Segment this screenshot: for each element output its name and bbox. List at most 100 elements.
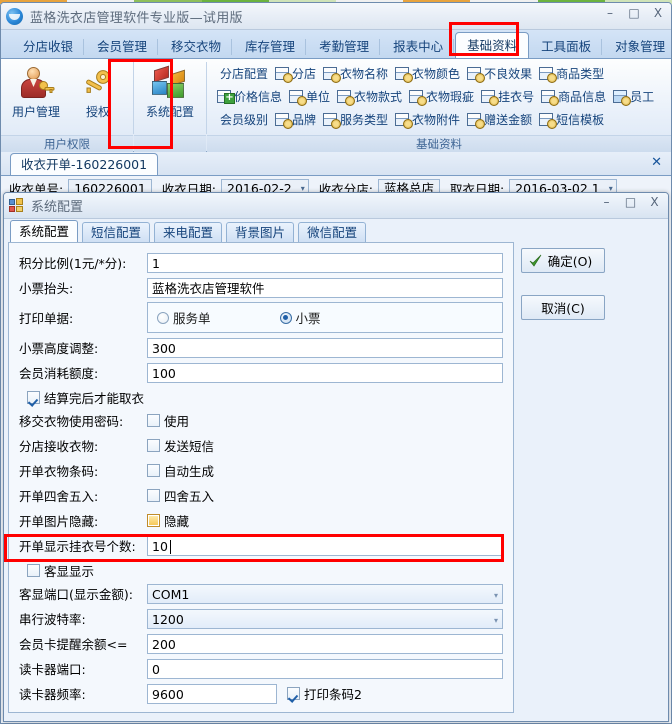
dialog-tab-5[interactable]: 微信配置 — [298, 222, 367, 242]
minimize-icon[interactable]: – — [600, 195, 613, 209]
ribbon-item-衣物名称[interactable]: 衣物名称 — [321, 65, 393, 83]
confirm-button[interactable]: 确定(O) — [521, 248, 605, 273]
field-label: 读卡器频率: — [19, 687, 86, 702]
ribbon-tab-5[interactable]: 考勤管理 — [307, 34, 381, 58]
ribbon-tab-2[interactable]: 会员管理 — [85, 34, 159, 58]
config-checkbox-row[interactable]: 客显显示 — [19, 559, 503, 581]
ribbon-item-label: 挂衣号 — [498, 89, 535, 104]
config-field-row: 读卡器端口: 0 — [19, 657, 503, 680]
app-titlebar: 蓝格洗衣店管理软件专业版—试用版 – □ X — [1, 3, 671, 30]
field-checkbox[interactable]: 打印条码2 — [287, 682, 362, 704]
ribbon-tab-6[interactable]: 报表中心 — [381, 34, 455, 58]
ribbon-button-system-config[interactable]: 系统配置 — [138, 62, 202, 120]
ribbon-button-authorize[interactable]: 授权 — [67, 62, 129, 120]
ribbon-group-caption: 用户权限 — [1, 135, 133, 152]
ribbon-item-衣物附件[interactable]: 衣物附件 — [393, 111, 465, 129]
ribbon-item-衣物瑕疵[interactable]: 衣物瑕疵 — [407, 88, 479, 106]
checkbox[interactable] — [27, 390, 40, 404]
radio-option-2[interactable]: 小票 — [279, 308, 321, 327]
ribbon-item-赠送金额[interactable]: 赠送金额 — [465, 111, 537, 129]
field-input[interactable]: 100 — [147, 362, 503, 383]
config-field-row: 会员消耗额度: 100 — [19, 361, 503, 384]
ribbon-tab-3[interactable]: 移交衣物 — [159, 34, 233, 58]
field-combobox[interactable]: COM1 — [147, 583, 503, 605]
radio-button[interactable] — [279, 311, 292, 324]
close-icon[interactable]: X — [651, 6, 665, 20]
ribbon-item-短信模板[interactable]: 短信模板 — [537, 111, 609, 129]
ribbon-item-挂衣号[interactable]: 挂衣号 — [479, 88, 539, 106]
ribbon-item-label: 分店配置 — [220, 66, 269, 81]
dialog-tab-1[interactable]: 系统配置 — [10, 220, 79, 242]
field-input[interactable]: 9600 — [147, 683, 277, 704]
ribbon-item-label: 不良效果 — [484, 66, 533, 81]
field-label: 分店接收衣物: — [19, 439, 99, 454]
ribbon-item-员工[interactable]: 员工 — [611, 88, 659, 106]
field-checkbox[interactable]: 发送短信 — [147, 434, 503, 456]
ribbon-item-分店[interactable]: 分店 — [273, 65, 321, 83]
radio-button[interactable] — [157, 311, 169, 324]
table-gear-blue-icon — [613, 89, 632, 106]
ribbon-item-单位[interactable]: 单位 — [287, 88, 335, 106]
checkbox[interactable] — [287, 686, 300, 700]
config-checkbox-row[interactable]: 结算完后才能取衣 — [19, 386, 503, 408]
ribbon-item-label: 赠送金额 — [484, 112, 533, 127]
dialog-tab-3[interactable]: 来电配置 — [154, 222, 223, 242]
ribbon-item-衣物款式[interactable]: 衣物款式 — [335, 88, 407, 106]
field-input[interactable]: 200 — [147, 633, 503, 654]
field-input[interactable]: 10 — [147, 535, 503, 556]
radio-label: 小票 — [295, 311, 321, 326]
ribbon-tab-label: 会员管理 — [97, 39, 148, 54]
ribbon-tab-4[interactable]: 库存管理 — [233, 34, 307, 58]
ribbon-tab-label: 工具面板 — [541, 39, 592, 54]
ribbon-button-user-management[interactable]: 用户管理 — [5, 62, 67, 120]
ribbon-tab-8[interactable]: 工具面板 — [529, 34, 603, 58]
ribbon-item-商品信息[interactable]: 商品信息 — [539, 88, 611, 106]
close-icon[interactable]: X — [648, 195, 661, 209]
window-blocks-icon — [9, 198, 24, 213]
minimize-icon[interactable]: – — [603, 6, 617, 20]
field-checkbox[interactable]: 自动生成 — [147, 459, 503, 481]
ribbon-panel: 用户管理 授权 用户权限 系统配置 分店配置 分店 衣物名称 衣物颜色 不良效果… — [1, 59, 671, 152]
ribbon-tab-1[interactable]: 分店收银 — [11, 34, 85, 58]
dialog-tab-2[interactable]: 短信配置 — [82, 222, 151, 242]
checkbox[interactable] — [147, 413, 160, 427]
ribbon-tab-7[interactable]: 基础资料 — [455, 32, 530, 58]
checkbox[interactable] — [147, 488, 160, 502]
table-gear-icon — [289, 89, 308, 106]
dialog-tab-4[interactable]: 背景图片 — [226, 222, 295, 242]
field-input[interactable]: 300 — [147, 337, 503, 358]
ribbon-item-价格信息[interactable]: 价格信息 — [215, 88, 287, 105]
ribbon-tab-label: 基础资料 — [467, 38, 518, 53]
table-gear-icon — [539, 66, 558, 83]
checkbox[interactable] — [147, 438, 160, 452]
field-input[interactable]: 0 — [147, 658, 503, 679]
checkbox[interactable] — [27, 563, 40, 577]
checkbox[interactable] — [147, 513, 160, 527]
cancel-button[interactable]: 取消(C) — [521, 295, 605, 320]
maximize-icon[interactable]: □ — [624, 195, 637, 209]
close-icon[interactable]: ✕ — [651, 155, 662, 170]
ribbon-item-品牌[interactable]: 品牌 — [273, 111, 321, 129]
table-gear-icon — [323, 112, 342, 129]
field-label: 会员消耗额度: — [19, 366, 99, 381]
field-checkbox[interactable]: 隐藏 — [147, 509, 503, 531]
field-combobox[interactable]: 1200 — [147, 608, 503, 630]
ribbon-item-不良效果[interactable]: 不良效果 — [465, 65, 537, 83]
button-label: 取消(C) — [541, 301, 585, 316]
document-tab-receive-order[interactable]: 收衣开单-160226001 — [10, 153, 159, 175]
ribbon-item-分店配置[interactable]: 分店配置 — [215, 65, 273, 82]
radio-option-1[interactable]: 服务单 — [157, 308, 211, 327]
ribbon-item-商品类型[interactable]: 商品类型 — [537, 65, 609, 83]
field-input[interactable]: 1 — [147, 252, 503, 273]
ribbon-item-衣物颜色[interactable]: 衣物颜色 — [393, 65, 465, 83]
table-gear-icon — [539, 112, 558, 129]
ribbon-item-会员级别[interactable]: 会员级别 — [215, 111, 273, 128]
ribbon-item-服务类型[interactable]: 服务类型 — [321, 111, 393, 129]
field-checkbox[interactable]: 使用 — [147, 409, 503, 431]
field-checkbox[interactable]: 四舍五入 — [147, 484, 503, 506]
maximize-icon[interactable]: □ — [627, 6, 641, 20]
ribbon-item-label: 员工 — [630, 89, 655, 104]
checkbox[interactable] — [147, 463, 160, 477]
field-input[interactable]: 蓝格洗衣店管理软件 — [147, 277, 503, 298]
ribbon-tab-9[interactable]: 对象管理 — [603, 34, 672, 58]
